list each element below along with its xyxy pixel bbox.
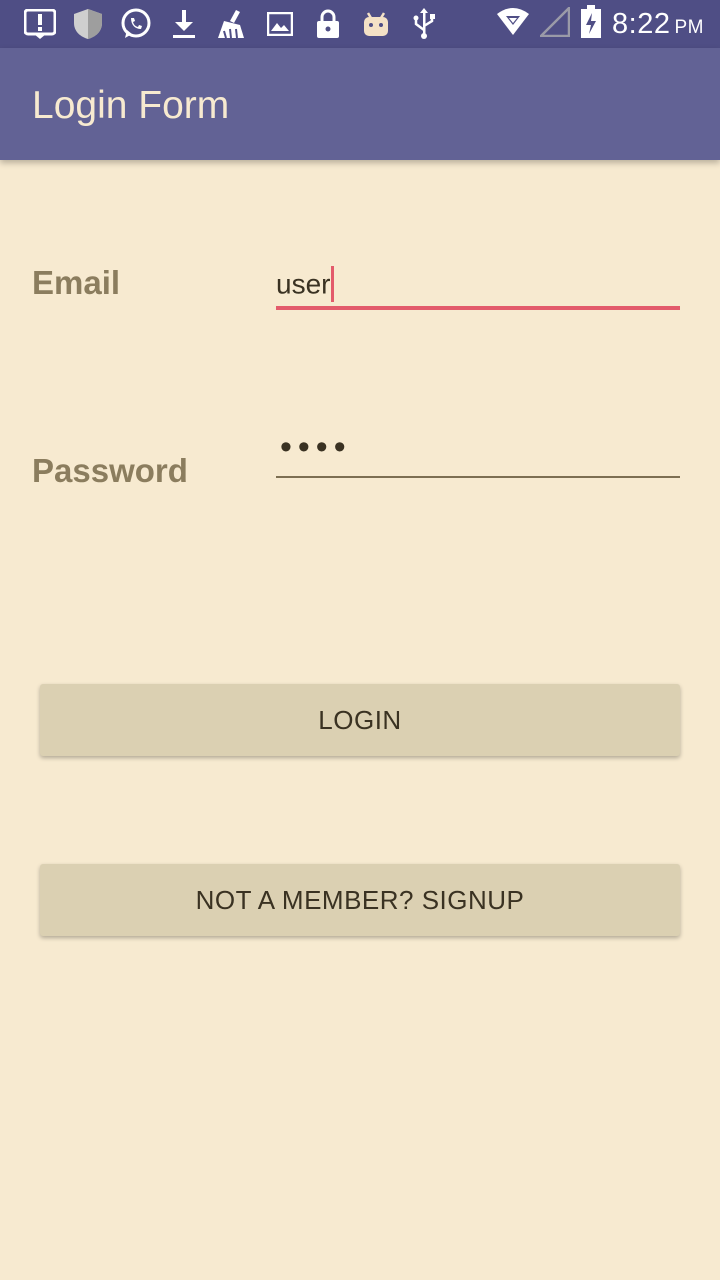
email-underline (276, 306, 680, 310)
email-value: user (276, 268, 331, 300)
alert-icon (16, 0, 64, 48)
wifi-icon (496, 7, 530, 41)
signup-button[interactable]: NOT A MEMBER? SIGNUP (40, 864, 680, 936)
password-field[interactable]: •••• (276, 428, 680, 480)
image-icon (256, 0, 304, 48)
usb-icon (400, 0, 448, 48)
cleaner-icon (208, 0, 256, 48)
clock: 8:22 PM (612, 7, 704, 40)
whatsapp-icon (112, 0, 160, 48)
battery-icon (580, 4, 602, 44)
signal-icon (538, 4, 571, 42)
email-label: Email (32, 264, 121, 301)
email-field[interactable]: user (276, 262, 680, 312)
password-value: •••• (280, 428, 352, 466)
android-icon (352, 0, 400, 48)
page-title: Login Form (32, 84, 230, 127)
text-cursor (331, 266, 335, 302)
app-bar: Login Form (0, 48, 720, 160)
shield-icon (64, 0, 112, 48)
password-label: Password (32, 452, 188, 489)
status-bar: 8:22 PM (0, 0, 720, 48)
download-icon (160, 0, 208, 48)
login-button[interactable]: LOGIN (40, 684, 680, 756)
lock-icon (304, 0, 352, 48)
password-underline (276, 476, 680, 478)
